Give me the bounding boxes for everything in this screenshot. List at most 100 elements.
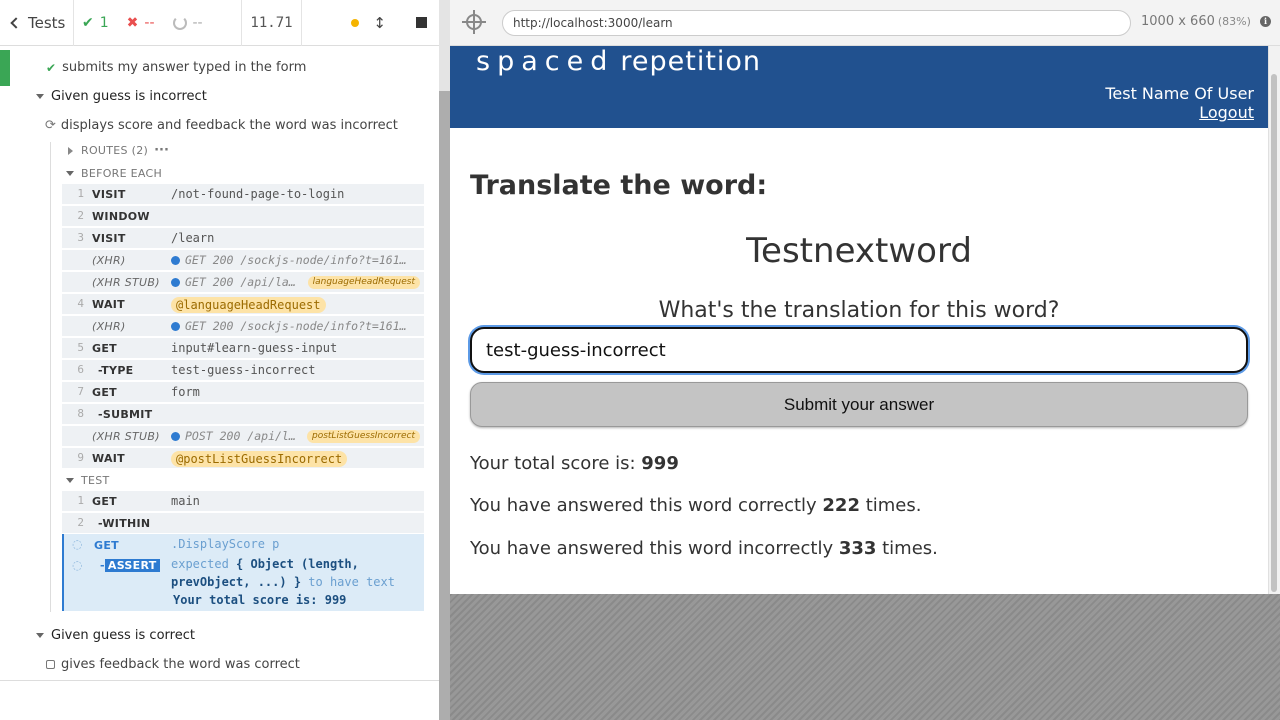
test-item-passed[interactable]: ✔ submits my answer typed in the form <box>46 60 306 75</box>
command-message: GET 200 /sockjs-node/info?t=161… <box>171 319 407 333</box>
command-row[interactable]: 9 WAIT @postListGuessIncorrect <box>62 448 424 469</box>
command-row[interactable]: 1 GET main <box>62 491 424 512</box>
refresh-icon: ⟳ <box>45 118 56 133</box>
chevron-left-icon <box>10 16 22 29</box>
stats: ✔ 1 ✖ -- -- <box>74 0 242 46</box>
object-text-2: prevObject, ...) } <box>171 575 302 589</box>
app-under-test-area: http://localhost:3000/learn 1000 x 660 (8… <box>450 0 1280 720</box>
more-icon: ··· <box>154 143 169 158</box>
command-number: 7 <box>77 385 84 398</box>
page-title: Translate the word: <box>470 170 768 201</box>
command-row[interactable]: 2 WINDOW <box>62 206 424 227</box>
command-name: -TYPE <box>98 364 134 377</box>
spinner-icon: ◌ <box>72 558 83 572</box>
command-number: 8 <box>77 407 84 420</box>
correct-count: 222 <box>822 495 860 516</box>
command-text: /learn <box>171 231 215 245</box>
command-row[interactable]: 7 GET form <box>62 382 424 403</box>
user-name: Test Name Of User <box>1105 84 1254 103</box>
incorrect-count-line: You have answered this word incorrectly … <box>470 538 938 559</box>
check-icon: ✔ <box>46 60 57 75</box>
command-name: GET <box>92 495 117 508</box>
to-have-text: to have text <box>308 575 395 589</box>
command-text: test-guess-incorrect <box>171 363 316 377</box>
test-item-pending[interactable]: gives feedback the word was correct <box>46 657 300 672</box>
command-name: GET <box>92 386 117 399</box>
caret-right-icon <box>68 146 73 155</box>
viewport-info: 1000 x 660 (83%) <box>1141 14 1251 29</box>
command-row[interactable]: 4 WAIT @languageHeadRequest <box>62 294 424 315</box>
command-row[interactable]: 8 -SUBMIT <box>62 404 424 425</box>
test-title: submits my answer typed in the form <box>62 60 307 75</box>
command-row[interactable]: 5 GET input#learn-guess-input <box>62 338 424 359</box>
viewport-scale: (83%) <box>1217 15 1251 28</box>
command-name: (XHR) <box>92 254 126 267</box>
assert-line-3: Your total score is: 999 <box>173 593 346 607</box>
command-row[interactable]: 2 -WITHIN <box>62 513 424 534</box>
before-each-label: BEFORE EACH <box>81 167 163 180</box>
url-bar[interactable]: http://localhost:3000/learn <box>502 10 1131 36</box>
assert-command: - ASSERT <box>100 559 160 572</box>
reporter-panel: Tests ✔ 1 ✖ -- -- 11.71 ↕ ✔ submits my a… <box>0 0 439 720</box>
command-name: GET <box>94 539 119 552</box>
command-message: POST 200 /api/l… <box>171 429 296 443</box>
command-name: WAIT <box>92 298 125 311</box>
pending-count: -- <box>192 14 203 31</box>
correct-suffix: times. <box>859 495 922 516</box>
run-controls: ↕ <box>302 0 439 46</box>
submit-answer-button[interactable]: Submit your answer <box>470 382 1248 427</box>
guess-input[interactable] <box>470 327 1248 373</box>
command-row[interactable]: 3 VISIT/learn <box>62 228 424 249</box>
command-row[interactable]: (XHR) GET 200 /sockjs-node/info?t=161… <box>62 316 424 337</box>
app-scrollbar-thumb[interactable] <box>1271 74 1277 592</box>
suite-correct[interactable]: Given guess is correct <box>36 628 195 643</box>
command-row[interactable]: 1 VISIT/not-found-page-to-login <box>62 184 424 205</box>
command-text: input#learn-guess-input <box>171 341 338 355</box>
total-score: Your total score is: 999 <box>470 453 679 474</box>
correct-prefix: You have answered this word correctly <box>470 495 823 516</box>
app-iframe: spaced repetition Test Name Of User Logou… <box>450 46 1280 594</box>
test-item-running[interactable]: ⟳ displays score and feedback the word w… <box>45 118 398 133</box>
command-row[interactable]: (XHR STUB) GET 200 /api/la… languageHeadRe… <box>62 272 424 293</box>
command-message: /learn <box>171 231 214 245</box>
brand-rest: repetition <box>620 46 762 77</box>
command-name: (XHR) <box>92 320 126 333</box>
brand-logo[interactable]: spaced repetition <box>476 46 761 77</box>
selector-playground-icon[interactable] <box>462 10 486 34</box>
auto-scroll-icon[interactable]: ↕ <box>373 14 386 32</box>
routes-toggle[interactable]: ROUTES (2) ··· <box>68 143 169 158</box>
command-message: @postListGuessIncorrect <box>171 451 348 467</box>
command-row[interactable]: (XHR STUB) POST 200 /api/l… postListGuessI… <box>62 426 424 447</box>
command-text: GET 200 /sockjs-node/info?t=161… <box>185 319 407 333</box>
command-message: test-guess-incorrect <box>171 363 316 377</box>
reporter-scrollbar[interactable] <box>439 91 450 720</box>
test-hook-toggle[interactable]: TEST <box>66 474 110 487</box>
routes-label: ROUTES (2) <box>81 144 149 157</box>
duration: 11.71 <box>242 0 302 46</box>
command-row[interactable]: 6 -TYPE test-guess-incorrect <box>62 360 424 381</box>
correct-count-line: You have answered this word correctly 22… <box>470 495 921 516</box>
stop-icon[interactable] <box>416 17 427 28</box>
pending-icon <box>172 15 187 30</box>
expected-word: expected <box>171 557 229 571</box>
incorrect-suffix: times. <box>876 538 938 559</box>
command-message: input#learn-guess-input <box>171 341 337 355</box>
pending-checkbox-icon <box>46 660 55 669</box>
command-text: form <box>171 385 200 399</box>
command-name: GET <box>92 342 117 355</box>
command-row[interactable]: (XHR) GET 200 /sockjs-node/info?t=161… <box>62 250 424 271</box>
suite-incorrect[interactable]: Given guess is incorrect <box>36 89 207 104</box>
command-number: 2 <box>77 516 84 529</box>
command-number: 5 <box>77 341 84 354</box>
info-icon[interactable]: i <box>1260 16 1271 27</box>
active-command[interactable]: ◌ GET .DisplayScore p ◌ - ASSERT expected… <box>62 534 424 611</box>
caret-down-icon <box>36 94 44 99</box>
before-each-toggle[interactable]: BEFORE EACH <box>66 167 162 180</box>
guess-label: What's the translation for this word? <box>658 298 1060 323</box>
check-icon: ✔ <box>82 14 94 31</box>
logout-link[interactable]: Logout <box>1199 103 1254 122</box>
command-text: POST 200 /api/l… <box>185 429 296 443</box>
tests-button[interactable]: Tests <box>0 0 74 46</box>
object-text: { Object (length, <box>236 557 359 571</box>
command-number: 9 <box>77 451 84 464</box>
